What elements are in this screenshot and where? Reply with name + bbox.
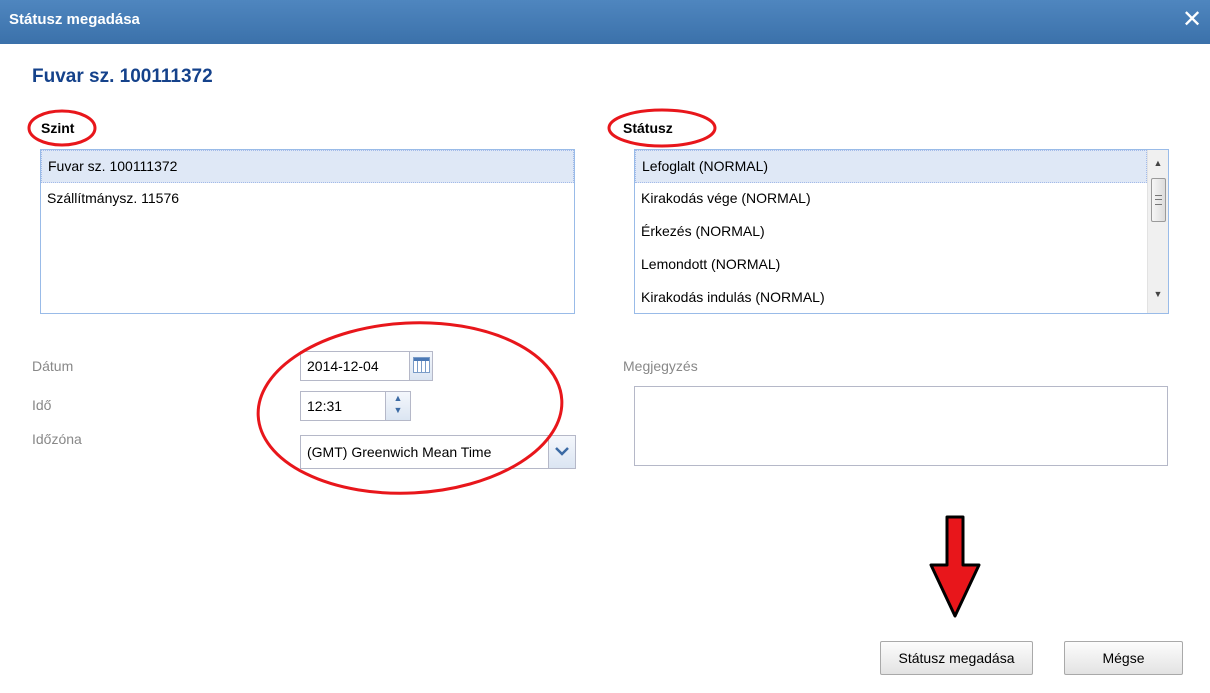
- szint-item-1[interactable]: Szállítmánysz. 11576: [41, 183, 574, 216]
- dialog-title: Státusz megadása: [9, 11, 140, 28]
- ido-label: Idő: [32, 397, 52, 413]
- time-spinner[interactable]: ▲ ▼: [385, 391, 411, 421]
- cancel-button[interactable]: Mégse: [1064, 641, 1183, 675]
- szint-label: Szint: [41, 120, 75, 136]
- statusz-label: Státusz: [623, 120, 673, 136]
- statusz-item-0[interactable]: Lefoglalt (NORMAL): [635, 150, 1147, 183]
- dialog-titlebar: Státusz megadása ✕: [0, 0, 1210, 44]
- timezone-select[interactable]: (GMT) Greenwich Mean Time: [300, 435, 549, 469]
- timezone-dropdown-button[interactable]: [548, 435, 576, 469]
- submit-status-button[interactable]: Státusz megadása: [880, 641, 1033, 675]
- chevron-down-icon: [555, 447, 569, 456]
- annotation-overlay: [27, 108, 981, 618]
- date-field[interactable]: 2014-12-04: [300, 351, 410, 381]
- annotation-arrow-down: [929, 515, 981, 618]
- statusz-item-2[interactable]: Érkezés (NORMAL): [635, 216, 1147, 249]
- arrow-down-icon[interactable]: ▼: [1148, 285, 1168, 303]
- spinner-icon[interactable]: ▲ ▼: [386, 392, 410, 416]
- statusz-scrollbar[interactable]: ▲ ▼: [1147, 150, 1168, 313]
- page-title: Fuvar sz. 100111372: [32, 66, 213, 87]
- statusz-item-3[interactable]: Lemondott (NORMAL): [635, 249, 1147, 282]
- szint-item-0[interactable]: Fuvar sz. 100111372: [41, 150, 574, 183]
- scrollbar-thumb[interactable]: [1151, 178, 1166, 222]
- statusz-item-1[interactable]: Kirakodás vége (NORMAL): [635, 183, 1147, 216]
- arrow-up-icon[interactable]: ▲: [1148, 154, 1168, 172]
- time-field[interactable]: 12:31: [300, 391, 386, 421]
- calendar-button[interactable]: [409, 351, 433, 381]
- datum-label: Dátum: [32, 358, 74, 374]
- idozona-label: Időzóna: [32, 431, 82, 447]
- megjegyzes-label: Megjegyzés: [623, 358, 698, 374]
- calendar-icon: [413, 357, 430, 373]
- close-icon[interactable]: ✕: [1180, 8, 1204, 32]
- szint-list[interactable]: Fuvar sz. 100111372 Szállítmánysz. 11576: [40, 149, 575, 314]
- statusz-item-4[interactable]: Kirakodás indulás (NORMAL): [635, 282, 1147, 313]
- note-textarea[interactable]: [634, 386, 1168, 466]
- statusz-list[interactable]: Lefoglalt (NORMAL) Kirakodás vége (NORMA…: [634, 149, 1169, 314]
